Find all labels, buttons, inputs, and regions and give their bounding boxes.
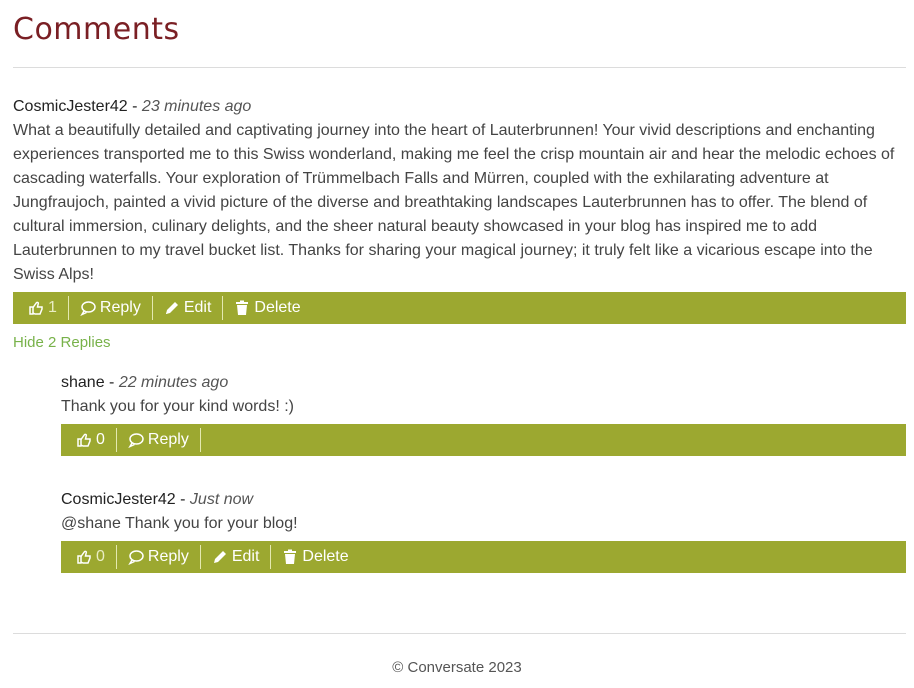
reply-meta: CosmicJester42 - Just now: [61, 488, 906, 512]
action-divider: [222, 296, 224, 320]
like-button[interactable]: 0: [76, 424, 105, 456]
action-divider: [115, 428, 117, 452]
comment-text: What a beautifully detailed and captivat…: [13, 122, 895, 283]
reply-meta: shane - 22 minutes ago: [61, 371, 906, 395]
speech-bubble-icon: [128, 432, 144, 448]
toggle-replies-link[interactable]: Hide 2 Replies: [13, 333, 111, 353]
reply-button[interactable]: Reply: [128, 541, 189, 573]
trash-icon: [234, 300, 250, 316]
action-divider: [199, 428, 201, 452]
comment-time: 23 minutes ago: [141, 98, 252, 115]
delete-button[interactable]: Delete: [282, 541, 349, 573]
edit-button[interactable]: Edit: [212, 541, 260, 573]
comment-meta: CosmicJester42 - 23 minutes ago: [13, 95, 906, 119]
action-divider: [115, 545, 117, 569]
edit-button[interactable]: Edit: [164, 292, 212, 324]
comments-page: Comments CosmicJester42 - 23 minutes ago…: [0, 0, 914, 688]
meta-separator: -: [175, 491, 190, 508]
delete-label: Delete: [302, 548, 349, 565]
reply-text: Thank you for your kind words! :): [61, 398, 294, 415]
speech-bubble-icon: [80, 300, 96, 316]
reply-label: Reply: [147, 548, 189, 565]
reply: shane - 22 minutes ago Thank you for you…: [61, 371, 906, 456]
like-button[interactable]: 1: [28, 292, 57, 324]
comment: CosmicJester42 - 23 minutes ago What a b…: [13, 95, 906, 324]
pencil-icon: [212, 549, 228, 565]
reply-button[interactable]: Reply: [80, 292, 141, 324]
edit-label: Edit: [231, 548, 260, 565]
reply-text: @shane Thank you for your blog!: [61, 515, 298, 532]
delete-label: Delete: [254, 299, 301, 316]
like-count: 0: [96, 548, 105, 565]
edit-label: Edit: [183, 299, 212, 316]
delete-button[interactable]: Delete: [234, 292, 301, 324]
page-title: Comments: [13, 12, 180, 47]
action-divider: [151, 296, 153, 320]
reply-label: Reply: [147, 431, 189, 448]
action-divider: [67, 296, 69, 320]
reply-author[interactable]: CosmicJester42: [61, 491, 176, 508]
reply-author[interactable]: shane: [61, 374, 105, 391]
comment-action-bar: 1 Reply Edit Delete: [13, 292, 906, 324]
meta-separator: -: [127, 98, 142, 115]
divider: [13, 67, 906, 68]
speech-bubble-icon: [128, 549, 144, 565]
meta-separator: -: [104, 374, 119, 391]
reply-action-bar: 0 Reply: [61, 424, 906, 456]
reply: CosmicJester42 - Just now @shane Thank y…: [61, 488, 906, 573]
reply-button[interactable]: Reply: [128, 424, 189, 456]
like-button[interactable]: 0: [76, 541, 105, 573]
like-count: 0: [96, 431, 105, 448]
footer-divider: [13, 633, 906, 634]
thumbs-up-icon: [28, 300, 44, 316]
pencil-icon: [164, 300, 180, 316]
reply-action-bar: 0 Reply Edit Delete: [61, 541, 906, 573]
thumbs-up-icon: [76, 432, 92, 448]
footer-copyright: © Conversate 2023: [392, 659, 522, 676]
like-count: 1: [48, 299, 57, 316]
comment-author[interactable]: CosmicJester42: [13, 98, 128, 115]
action-divider: [270, 545, 272, 569]
action-divider: [199, 545, 201, 569]
reply-label: Reply: [99, 299, 141, 316]
thumbs-up-icon: [76, 549, 92, 565]
reply-time: Just now: [189, 491, 254, 508]
trash-icon: [282, 549, 298, 565]
reply-time: 22 minutes ago: [118, 374, 229, 391]
